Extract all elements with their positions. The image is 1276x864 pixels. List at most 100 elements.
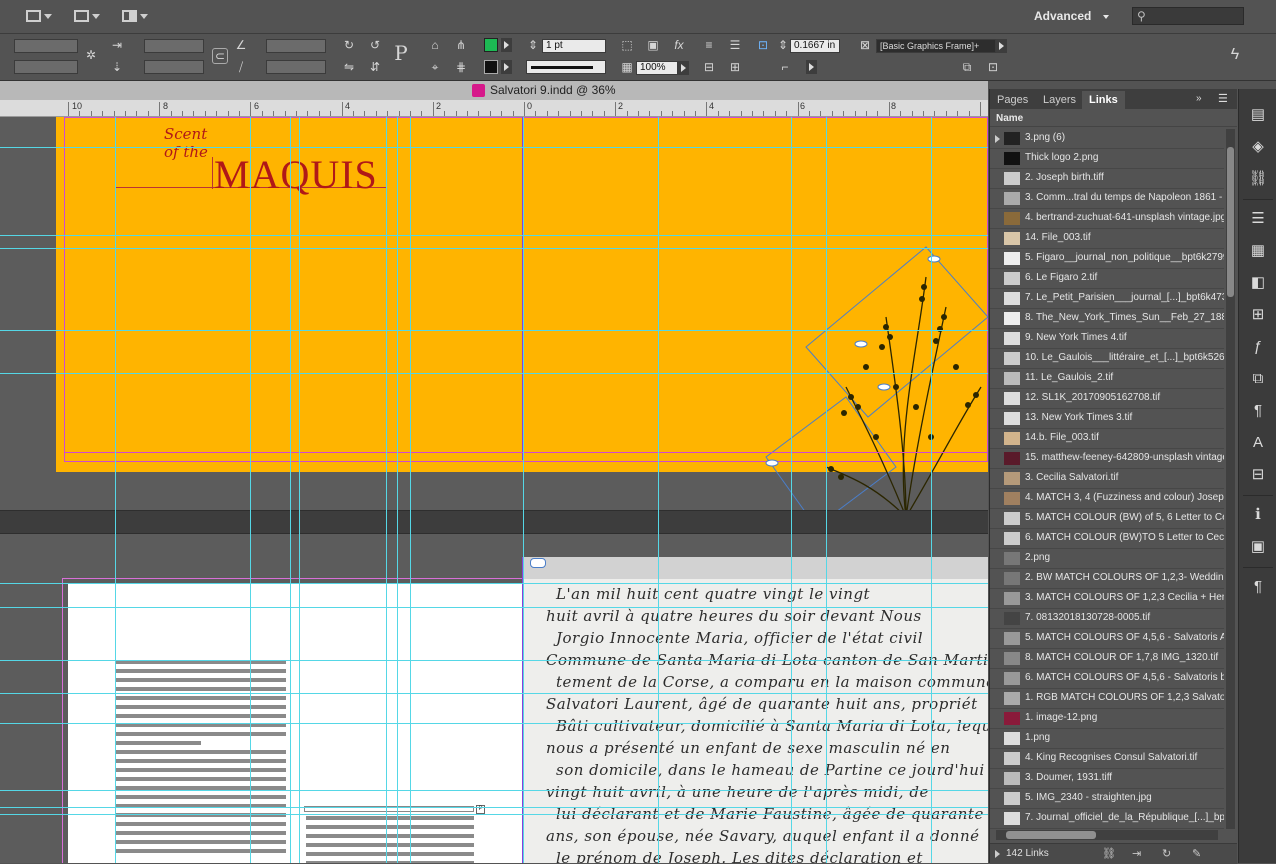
- list-item[interactable]: 14.b. File_003.tif: [990, 429, 1224, 449]
- quick-apply-icon[interactable]: ϟ: [1228, 47, 1242, 63]
- row-guide[interactable]: [0, 807, 988, 808]
- opacity-menu-arrow[interactable]: [678, 61, 689, 75]
- list-item[interactable]: 4. King Recognises Consul Salvatori.tif: [990, 749, 1224, 769]
- opacity-field[interactable]: 100%: [636, 61, 678, 75]
- row-guide[interactable]: [0, 373, 988, 374]
- edit-original-icon[interactable]: ✎: [1192, 847, 1201, 860]
- flip-vertical-icon[interactable]: ⇵: [368, 60, 382, 74]
- list-item[interactable]: 13. New York Times 3.tif: [990, 409, 1224, 429]
- shear-angle-field[interactable]: [266, 60, 326, 74]
- align-left-icon[interactable]: ≡: [702, 38, 716, 52]
- go-to-link-icon[interactable]: ⇥: [1132, 847, 1141, 860]
- column-guide[interactable]: [290, 117, 291, 863]
- distribute-icon[interactable]: ⊞: [728, 60, 742, 74]
- view-options-icon[interactable]: [74, 8, 100, 24]
- stroke-icon[interactable]: ☰: [1248, 209, 1268, 229]
- list-item[interactable]: 1. RGB MATCH COLOURS OF 1,2,3 Salvatori …: [990, 689, 1224, 709]
- list-item[interactable]: 11. Le_Gaulois_2.tif: [990, 369, 1224, 389]
- list-item[interactable]: 3. Doumer, 1931.tiff: [990, 769, 1224, 789]
- document-tab[interactable]: Salvatori 9.indd @ 36%: [0, 81, 988, 101]
- y-position-field[interactable]: [14, 60, 78, 74]
- inset-stepper-icon[interactable]: ⇕: [776, 38, 790, 52]
- fill-menu-arrow[interactable]: [501, 38, 512, 52]
- gradient-icon[interactable]: ◧: [1248, 273, 1268, 293]
- swatches-icon[interactable]: ▦: [1248, 241, 1268, 261]
- list-item[interactable]: 2.png: [990, 549, 1224, 569]
- inset-field[interactable]: 0.1667 in: [790, 39, 840, 53]
- flip-horizontal-icon[interactable]: ⇋: [342, 60, 356, 74]
- links-vertical-scrollbar[interactable]: [1226, 129, 1235, 829]
- workspace-switcher[interactable]: Advanced: [1034, 9, 1110, 23]
- horizontal-ruler[interactable]: 10 8 6 4 2 0 2 4 6 8: [0, 100, 988, 117]
- effects-icon[interactable]: ƒ: [1248, 337, 1268, 357]
- character-styles-icon[interactable]: A: [1248, 433, 1268, 453]
- row-guide[interactable]: [0, 790, 988, 791]
- row-guide[interactable]: [0, 147, 988, 148]
- list-item[interactable]: 5. Figaro__journal_non_politique__bpt6k2…: [990, 249, 1224, 269]
- list-item[interactable]: 15. matthew-feeney-642809-unsplash vinta…: [990, 449, 1224, 469]
- align-center-icon[interactable]: ☰: [728, 38, 742, 52]
- logo-maquis[interactable]: MAQUIS: [214, 151, 378, 198]
- paragraph-styles-icon[interactable]: ¶: [1248, 401, 1268, 421]
- pages-icon[interactable]: ▤: [1248, 105, 1268, 125]
- show-link-info-icon[interactable]: [995, 850, 1000, 858]
- handwritten-document-image[interactable]: L'an mil huit cent quatre vingt le vingt…: [522, 557, 988, 863]
- effects-fx-icon[interactable]: fx: [672, 38, 686, 52]
- list-item[interactable]: 1. image-12.png: [990, 709, 1224, 729]
- tab-layers[interactable]: Layers: [1036, 91, 1083, 109]
- list-item[interactable]: 3. Cecilia Salvatori.tif: [990, 469, 1224, 489]
- column-guide[interactable]: [397, 117, 398, 863]
- column-header-name[interactable]: Name: [990, 111, 1237, 127]
- reference-point-icon[interactable]: ✲: [84, 48, 98, 62]
- info-icon[interactable]: ℹ: [1248, 505, 1268, 525]
- row-guide[interactable]: [0, 723, 988, 724]
- column-guide[interactable]: [115, 117, 116, 863]
- list-item[interactable]: 8. The_New_York_Times_Sun__Feb_27_1887_.…: [990, 309, 1224, 329]
- tab-pages[interactable]: Pages: [990, 91, 1035, 109]
- links-icon[interactable]: ⛓: [1248, 169, 1268, 189]
- object-style-menu-arrow[interactable]: [996, 39, 1007, 53]
- corner-shape-menu-arrow[interactable]: [806, 60, 817, 74]
- rotation-angle-field[interactable]: [266, 39, 326, 53]
- table-icon[interactable]: ⊞: [1248, 305, 1268, 325]
- fill-swatch[interactable]: [484, 38, 498, 52]
- object-styles-icon[interactable]: ⧉: [1248, 369, 1268, 389]
- scroll-thumb[interactable]: [1006, 831, 1096, 839]
- drop-shadow-icon[interactable]: ▣: [646, 38, 660, 52]
- row-guide[interactable]: [0, 693, 988, 694]
- list-item[interactable]: 7. Journal_officiel_de_la_République_[..…: [990, 809, 1224, 829]
- list-item[interactable]: 5. MATCH COLOUR (BW) of 5, 6 Letter to C…: [990, 509, 1224, 529]
- row-guide[interactable]: [0, 607, 988, 608]
- rotate-counterclockwise-icon[interactable]: ↺: [368, 38, 382, 52]
- column-guide[interactable]: [299, 117, 300, 863]
- content-fitting-icon[interactable]: ⊡: [756, 38, 770, 52]
- row-guide[interactable]: [0, 248, 988, 249]
- collapse-panel-icon[interactable]: »: [1196, 93, 1202, 104]
- height-field[interactable]: [144, 60, 204, 74]
- table-styles-icon[interactable]: ⊟: [1248, 465, 1268, 485]
- column-guide[interactable]: [410, 117, 411, 863]
- list-item[interactable]: 6. MATCH COLOUR (BW)TO 5 Letter to Cecil…: [990, 529, 1224, 549]
- tab-links[interactable]: Links: [1082, 91, 1125, 109]
- panel-menu-icon[interactable]: ☰: [1218, 92, 1228, 105]
- corner-shape-icon[interactable]: ⌐: [778, 60, 792, 74]
- list-item[interactable]: 6. MATCH COLOURS OF 4,5,6 - Salvatoris b…: [990, 669, 1224, 689]
- list-item[interactable]: 5. MATCH COLOURS OF 4,5,6 - Salvatoris A…: [990, 629, 1224, 649]
- align-to-selection-icon[interactable]: ⊡: [986, 60, 1000, 74]
- column-guide[interactable]: [250, 117, 251, 863]
- text-wrap-icon[interactable]: ▣: [1248, 537, 1268, 557]
- list-item[interactable]: 3.png (6): [990, 129, 1224, 149]
- links-list[interactable]: 3.png (6) Thick logo 2.png 2. Joseph birth…: [990, 129, 1224, 829]
- list-item[interactable]: 4. bertrand-zuchuat-641-unsplash vintage…: [990, 209, 1224, 229]
- width-field[interactable]: [144, 39, 204, 53]
- x-position-field[interactable]: [14, 39, 78, 53]
- list-item[interactable]: 8. MATCH COLOUR OF 1,7,8 IMG_1320.tif: [990, 649, 1224, 669]
- update-link-icon[interactable]: ↻: [1162, 847, 1171, 860]
- list-item[interactable]: 7. 08132018130728-0005.tif: [990, 609, 1224, 629]
- cover-spread[interactable]: Scent of the MAQUIS: [56, 117, 988, 517]
- row-guide[interactable]: [0, 235, 988, 236]
- paragraph-icon[interactable]: ¶: [1248, 577, 1268, 597]
- list-item[interactable]: 6. Le Figaro 2.tif: [990, 269, 1224, 289]
- list-item[interactable]: 10. Le_Gaulois___littéraire_et_[...]_bpt…: [990, 349, 1224, 369]
- help-search-input[interactable]: ⚲: [1132, 7, 1244, 25]
